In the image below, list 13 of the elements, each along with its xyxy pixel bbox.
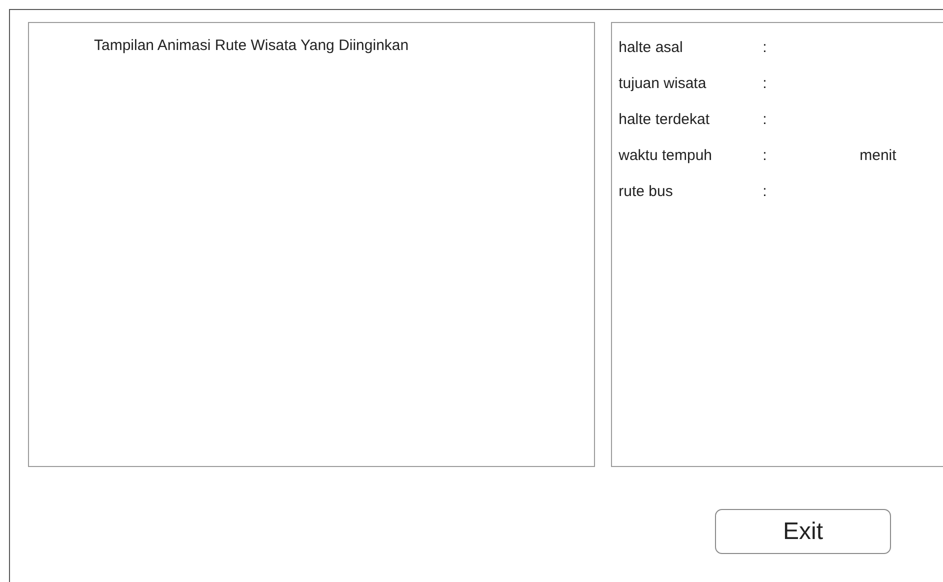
panel-title: Tampilan Animasi Rute Wisata Yang Diinginkan — [93, 36, 409, 56]
field-label: halte terdekat — [618, 111, 710, 128]
field-label: rute bus — [618, 183, 673, 200]
unit-label: menit — [860, 146, 896, 166]
colon-separator: : — [762, 183, 767, 200]
field-label: waktu tempuh — [618, 147, 712, 164]
colon-separator: : — [762, 111, 767, 128]
field-label: tujuan wisata — [618, 75, 706, 92]
colon-separator: : — [762, 39, 767, 56]
colon-separator: : — [762, 75, 767, 92]
field-label: halte asal — [618, 39, 683, 56]
colon-separator: : — [762, 147, 767, 164]
exit-button[interactable]: Exit — [715, 509, 891, 554]
